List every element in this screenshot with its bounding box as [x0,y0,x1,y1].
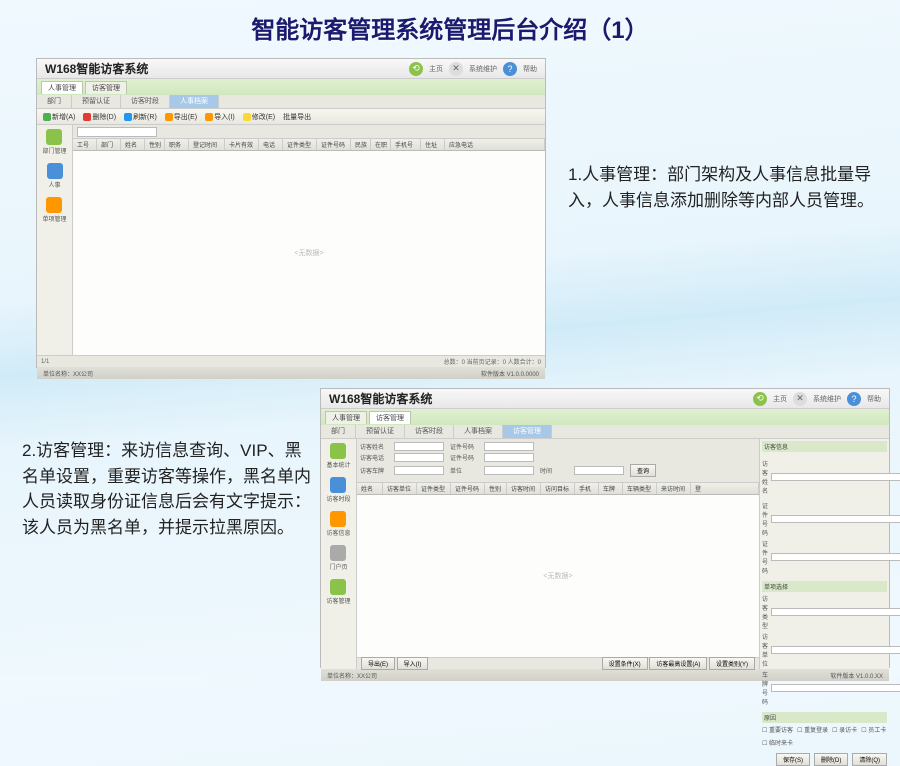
sidebar-item-hr[interactable]: 人事 [47,163,63,189]
set-condition-button[interactable]: 设置条件(X) [602,657,648,670]
sidebar-item-dept[interactable]: 部门管理 [42,129,66,155]
id-number-input[interactable] [484,442,534,451]
plate-input[interactable] [394,466,444,475]
set-top-button[interactable]: 访客最高设置(A) [649,657,707,670]
sidebar-item[interactable]: 访客管理 [326,579,350,605]
searchbar [73,125,545,139]
sidebar-item[interactable]: 门户页 [329,545,347,571]
table-content: <无数据> [357,495,759,657]
id-number2-input[interactable] [484,453,534,462]
sidebar: 部门管理 人事 单项管理 [37,125,73,355]
empty-placeholder: <无数据> [543,571,572,581]
add-button[interactable]: 新增(A) [41,111,77,123]
subtab-dept[interactable]: 部门 [37,95,72,108]
help-icon[interactable]: ? [503,62,517,76]
page-title: 智能访客管理系统管理后台介绍（1） [0,0,900,45]
app-title: W168智能访客系统 [329,390,432,407]
visitor-phone-input[interactable] [394,453,444,462]
sidebar-item-single[interactable]: 单项管理 [42,197,66,223]
sidebar-item[interactable]: 访客时段 [326,477,350,503]
empty-placeholder: <无数据> [294,248,323,258]
footer: 1/1 总数：0 当前页记录：0 人数合计：0 [37,355,545,367]
footer-stats: 总数：0 当前页记录：0 人数合计：0 [444,357,541,366]
table-content: <无数据> [73,151,545,355]
export-button[interactable]: 导出(E) [163,111,199,123]
subtab-reserve[interactable]: 预留认证 [72,95,121,108]
sidebar-item[interactable]: 访客信息 [326,511,350,537]
pager[interactable]: 1/1 [41,359,49,365]
checkbox[interactable]: ☐ 录访卡 [832,725,857,734]
checkbox[interactable]: ☐ 重要访客 [762,725,793,734]
tab-personnel[interactable]: 人事管理 [325,411,367,424]
subtab[interactable]: 部门 [321,425,356,438]
sidebar: 基本统计 访客时段 访客信息 门户页 访客管理 [321,439,357,669]
tab-visitor[interactable]: 访客管理 [369,411,411,424]
screenshot-personnel: W168智能访客系统 ⟲主页 ✕系统维护 ?帮助 人事管理 访客管理 部门 预留… [36,58,546,368]
description-1: 1.人事管理：部门架构及人事信息批量导入，人事信息添加删除等内部人员管理。 [568,162,878,213]
time-input[interactable] [574,466,624,475]
rp-name-input[interactable] [771,473,900,481]
description-2: 2.访客管理：来访信息查询、VIP、黑名单设置，重要访客等操作，黑名单内人员读取… [22,438,312,540]
batch-export-button[interactable]: 批量导出 [281,111,313,123]
save-button[interactable]: 保存(S) [776,753,810,766]
search-input[interactable] [77,127,157,137]
edit-button[interactable]: 修改(E) [241,111,277,123]
refresh-button[interactable]: 刷新(R) [122,111,159,123]
rp-plate-input[interactable] [771,684,900,692]
import-button[interactable]: 导入(I) [203,111,237,123]
checkbox[interactable]: ☐ 重复登录 [797,725,828,734]
visitor-name-input[interactable] [394,442,444,451]
tab-visitor[interactable]: 访客管理 [85,81,127,94]
clear-button[interactable]: 清除(Q) [852,753,887,766]
home-icon[interactable]: ⟲ [753,392,767,406]
app-title: W168智能访客系统 [45,60,148,77]
subtab[interactable]: 访客时段 [405,425,454,438]
import-button[interactable]: 导入(I) [397,657,429,670]
export-button[interactable]: 导出(E) [361,657,395,670]
query-form: 访客姓名 证件号码 访客电话 证件号码 访客车牌 单位 时间 查询 [357,439,759,483]
home-icon[interactable]: ⟲ [409,62,423,76]
titlebar: W168智能访客系统 ⟲主页 ✕系统维护 ?帮助 [321,389,889,409]
rp-org-input[interactable] [771,646,900,654]
footer: 导出(E) 导入(I) 设置条件(X) 访客最高设置(A) 设置类别(Y) [357,657,759,669]
table-headers: 工号 部门 姓名 性别 职务 登记时间 卡片有效 电话 证件类型 证件号码 民族… [73,139,545,151]
subtab[interactable]: 人事档案 [454,425,503,438]
delete-button[interactable]: 删除(D) [81,111,118,123]
maintain-icon[interactable]: ✕ [449,62,463,76]
main-tabs: 人事管理 访客管理 [321,409,889,425]
checkbox[interactable]: ☐ 员工卡 [861,725,886,734]
maintain-icon[interactable]: ✕ [793,392,807,406]
statusbar: 单位名称：XX公司 软件版本 V1.0.0.0000 [37,367,545,379]
subtab[interactable]: 预留认证 [356,425,405,438]
subtabs: 部门 预留认证 访客时段 人事档案 [37,95,545,109]
subtab-records[interactable]: 人事档案 [170,95,219,108]
screenshot-visitor: W168智能访客系统 ⟲主页 ✕系统维护 ?帮助 人事管理 访客管理 部门 预留… [320,388,890,668]
org-input[interactable] [484,466,534,475]
checkbox[interactable]: ☐ 临时来卡 [762,738,793,747]
table-headers: 姓名 访客单位 证件类型 证件号码 性别 访客时间 访问目标 手机 车牌 车辆类… [357,483,759,495]
subtab-period[interactable]: 访客时段 [121,95,170,108]
rp-id-input[interactable] [771,515,900,523]
set-category-button[interactable]: 设置类别(Y) [709,657,755,670]
help-icon[interactable]: ? [847,392,861,406]
toolbar: 新增(A) 删除(D) 刷新(R) 导出(E) 导入(I) 修改(E) 批量导出 [37,109,545,125]
rp-type-input[interactable] [771,608,900,616]
subtabs: 部门 预留认证 访客时段 人事档案 访客管理 [321,425,889,439]
query-button[interactable]: 查询 [630,464,656,477]
tab-personnel[interactable]: 人事管理 [41,81,83,94]
sidebar-item[interactable]: 基本统计 [326,443,350,469]
main-tabs: 人事管理 访客管理 [37,79,545,95]
right-panel: 访客信息 访客姓名二代身份证 证件号码 ○男○女 证件号码 单项选择 访客类型 … [759,439,889,669]
subtab-visitor-mgmt[interactable]: 访客管理 [503,425,552,438]
delete-button[interactable]: 删除(D) [814,753,848,766]
titlebar: W168智能访客系统 ⟲主页 ✕系统维护 ?帮助 [37,59,545,79]
rp-id2-input[interactable] [771,553,900,561]
